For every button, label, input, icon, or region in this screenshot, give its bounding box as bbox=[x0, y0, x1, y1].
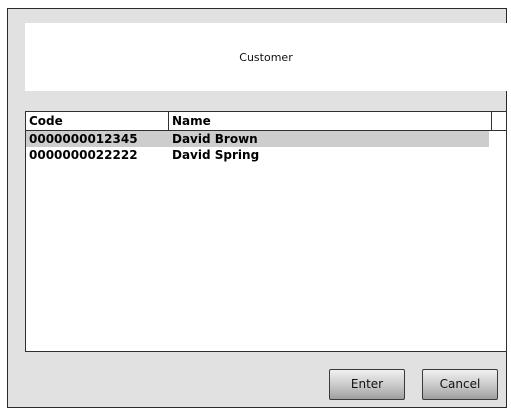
column-header-name[interactable]: Name bbox=[169, 112, 492, 130]
column-header-filler bbox=[492, 112, 506, 130]
table-row[interactable]: 0000000022222 David Spring bbox=[26, 147, 489, 163]
row-name: David Brown bbox=[172, 132, 258, 146]
column-header-code[interactable]: Code bbox=[26, 112, 169, 130]
cancel-button[interactable]: Cancel bbox=[422, 369, 498, 400]
row-name: David Spring bbox=[172, 148, 260, 162]
enter-button[interactable]: Enter bbox=[329, 369, 405, 400]
row-code: 0000000022222 bbox=[29, 148, 138, 162]
dialog-title: Customer bbox=[239, 50, 293, 64]
table-row[interactable]: 0000000012345 David Brown bbox=[26, 131, 489, 147]
list-header: Code Name bbox=[26, 112, 506, 131]
header-panel: Customer bbox=[25, 23, 507, 91]
list-rows: 0000000012345 David Brown 0000000022222 … bbox=[26, 131, 506, 163]
row-code: 0000000012345 bbox=[29, 132, 138, 146]
customer-dialog: Customer Code Name 0000000012345 David B… bbox=[7, 8, 507, 408]
customer-list[interactable]: Code Name 0000000012345 David Brown 0000… bbox=[25, 111, 507, 352]
